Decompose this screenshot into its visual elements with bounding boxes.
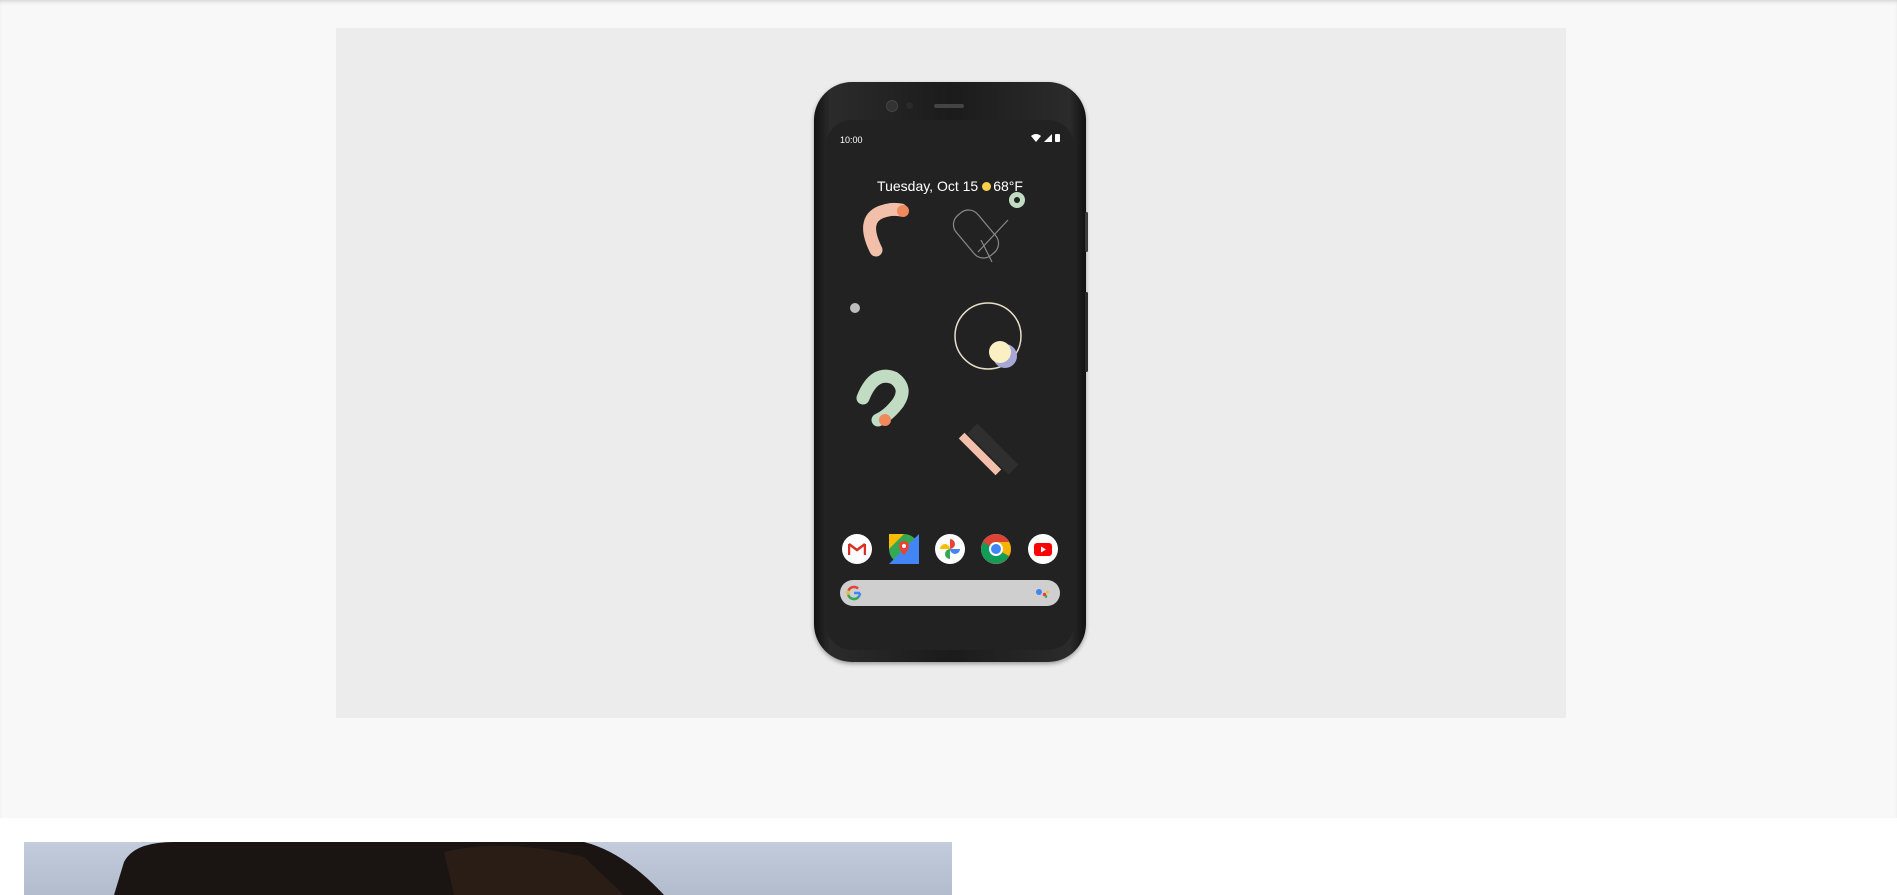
mint-hook-shape: [856, 369, 909, 427]
phone-device-image: 10:00 Tuesday, Oct 15 68°F: [814, 82, 1088, 662]
orange-dot-shape: [879, 414, 891, 426]
line-shape: [977, 219, 1009, 253]
person-photo: [24, 842, 952, 895]
cream-circle-shape: [989, 341, 1011, 363]
front-camera-icon: [886, 100, 898, 112]
assistant-dots-icon[interactable]: [1036, 588, 1050, 598]
grey-dot-shape: [850, 303, 860, 313]
app-dock: [826, 534, 1074, 564]
person-hair-silhouette: [114, 842, 664, 895]
phone-bezel-top: [814, 82, 1086, 122]
chrome-icon[interactable]: [981, 534, 1012, 564]
phone-screen: 10:00 Tuesday, Oct 15 68°F: [826, 120, 1074, 650]
peach-arc-shape: [863, 202, 908, 257]
orange-dot-shape: [897, 205, 909, 217]
power-button: [1085, 212, 1088, 252]
gmail-icon[interactable]: [842, 534, 873, 564]
google-g-icon: [846, 585, 862, 601]
photos-icon[interactable]: [934, 534, 965, 564]
volume-button: [1085, 292, 1088, 372]
google-search-bar[interactable]: [840, 580, 1060, 606]
earpiece-speaker: [934, 104, 964, 108]
sensor-icon: [906, 102, 913, 109]
mint-ring-hole: [1014, 197, 1020, 203]
youtube-icon[interactable]: [1027, 534, 1058, 564]
maps-icon[interactable]: [888, 534, 919, 564]
wallpaper-shapes: [850, 192, 1025, 476]
